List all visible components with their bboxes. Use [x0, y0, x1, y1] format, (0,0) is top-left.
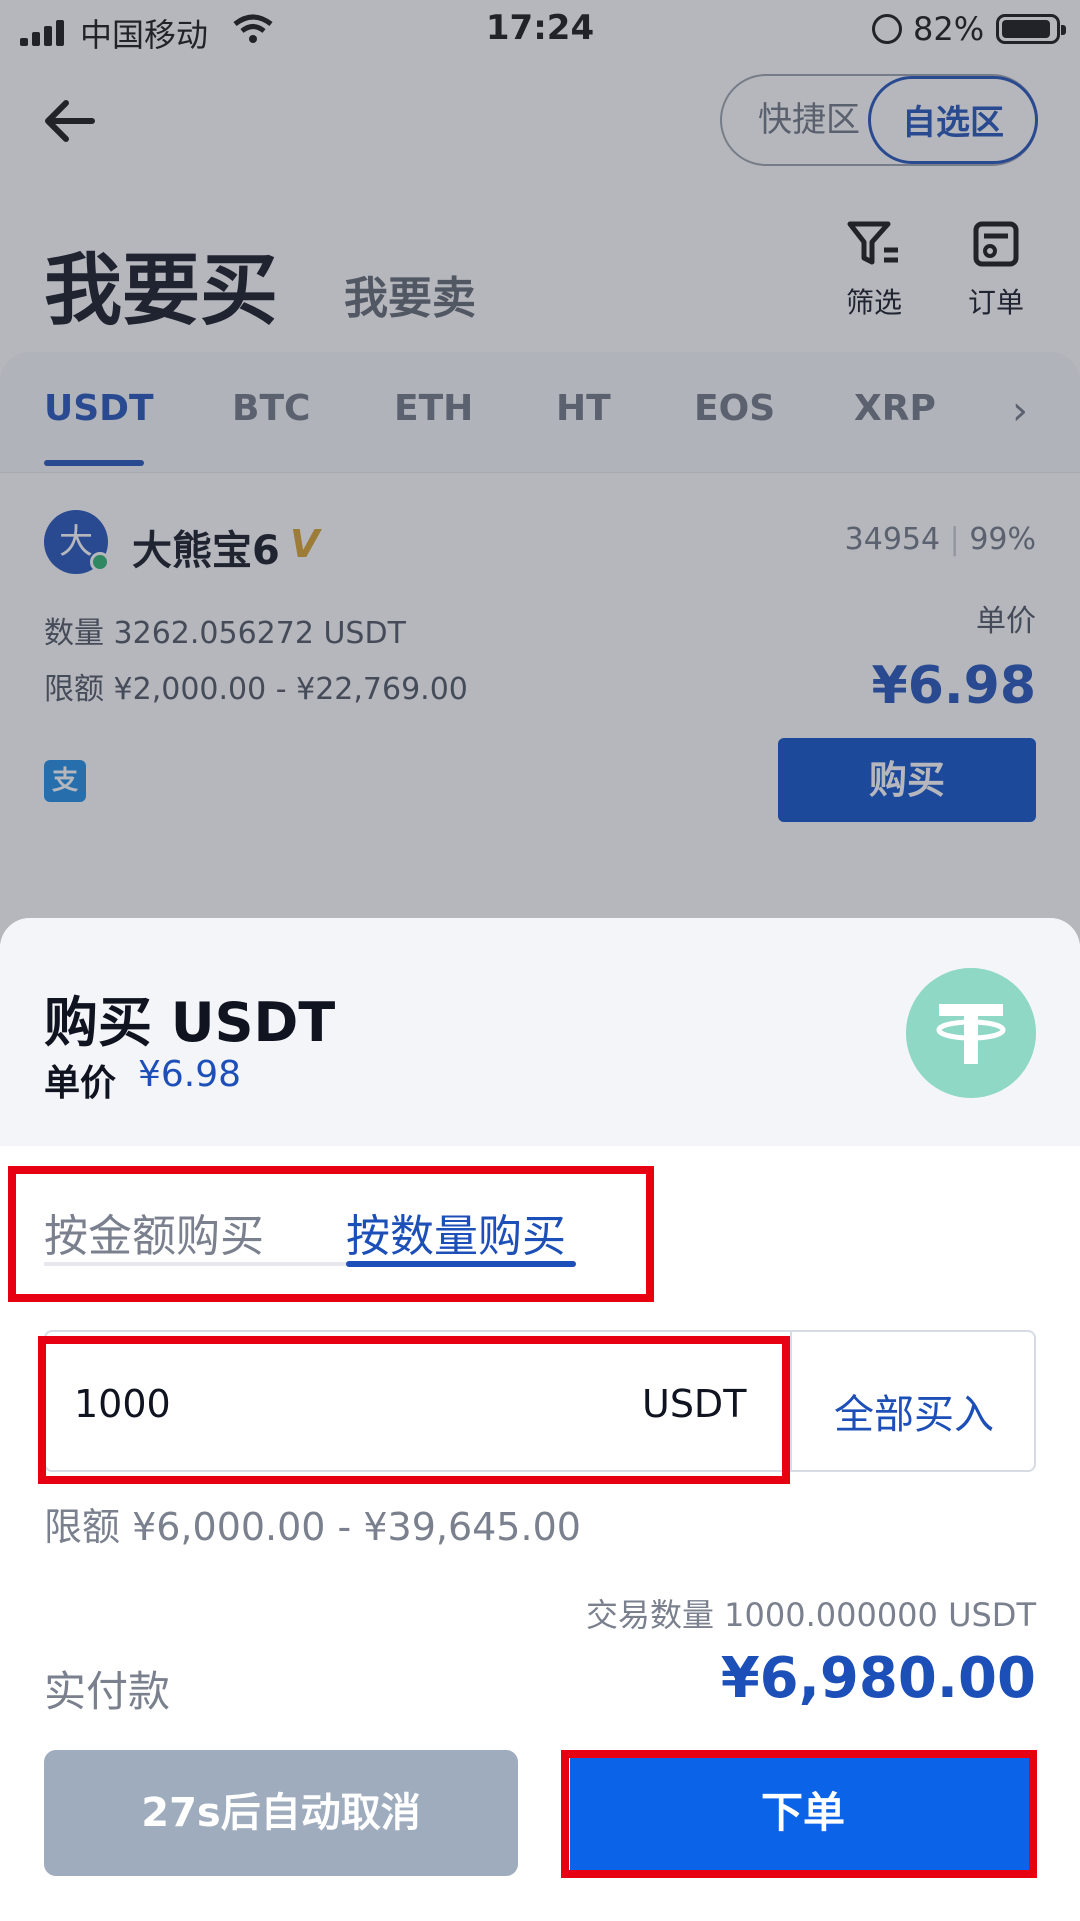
- buy-all-button[interactable]: 全部买入: [792, 1382, 1036, 1440]
- sheet-title: 购买 USDT: [44, 991, 336, 1054]
- actual-payment-amount: ¥6,980.00: [720, 1646, 1036, 1711]
- trade-quantity: 交易数量 1000.000000 USDT: [585, 1596, 1036, 1634]
- tether-logo-icon: [906, 968, 1036, 1098]
- actual-payment-label: 实付款: [44, 1667, 171, 1716]
- sheet-price: ¥6.98: [138, 1054, 242, 1095]
- highlight-box-order: [561, 1750, 1037, 1878]
- sheet-price-label: 单价: [44, 1063, 117, 1104]
- highlight-box-input: [38, 1336, 790, 1484]
- auto-cancel-button[interactable]: 27s后自动取消: [44, 1750, 518, 1876]
- sheet-limit: 限额 ¥6,000.00 - ¥39,645.00: [44, 1505, 581, 1549]
- highlight-box-mode: [8, 1166, 654, 1302]
- buy-sheet: 购买 USDT 单价 ¥6.98 按金额购买 按数量购买 1000 USDT 全…: [0, 918, 1080, 1921]
